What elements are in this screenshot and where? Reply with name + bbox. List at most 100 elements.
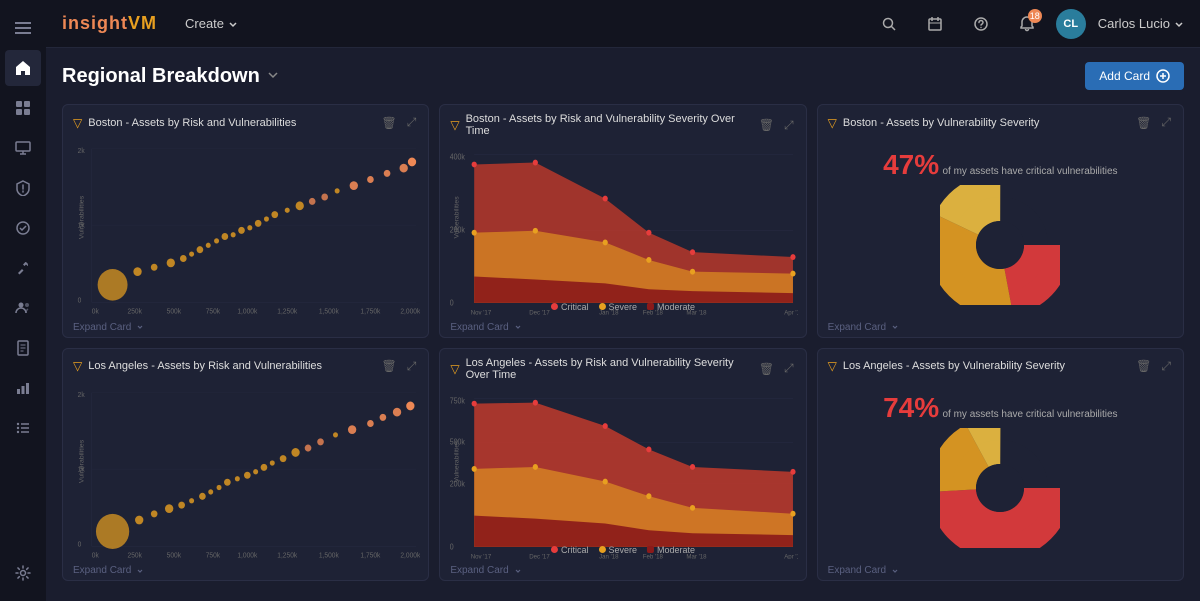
boston-pie-desc: of my assets have critical vulnerabiliti… [942, 166, 1117, 177]
svg-text:2k: 2k [78, 392, 86, 399]
la-scatter-footer[interactable]: Expand Card [63, 561, 428, 580]
la-pie-percentage: 74% [883, 392, 939, 423]
boston-scatter-footer[interactable]: Expand Card [63, 318, 428, 337]
svg-text:Dec '17: Dec '17 [530, 309, 551, 315]
main-content: insightVM Create 18 CL Carlos Lucio [46, 0, 1200, 601]
svg-text:Nov '17: Nov '17 [471, 309, 492, 315]
sidebar-settings-icon[interactable] [5, 555, 41, 591]
sidebar-dashboard-icon[interactable] [5, 90, 41, 126]
navbar: insightVM Create 18 CL Carlos Lucio [46, 0, 1200, 48]
sidebar-users-icon[interactable] [5, 290, 41, 326]
sidebar-vulnerability-icon[interactable] [5, 170, 41, 206]
svg-text:400k: 400k [450, 152, 465, 161]
filter-icon: ▽ [73, 116, 82, 130]
svg-text:0: 0 [450, 298, 454, 307]
notification-count-badge: 18 [1028, 9, 1042, 23]
avatar[interactable]: CL [1056, 9, 1086, 39]
la-line-title: Los Angeles - Assets by Risk and Vulnera… [466, 357, 757, 381]
boston-pie-footer[interactable]: Expand Card [818, 318, 1183, 337]
search-button[interactable] [872, 7, 906, 41]
svg-text:2k: 2k [78, 148, 86, 155]
la-pie-delete-btn[interactable]: 🗑 [1134, 357, 1153, 376]
app-logo: insightVM [62, 13, 157, 34]
boston-line-delete-btn[interactable]: 🗑 [757, 116, 776, 135]
boston-pie-percentage: 47% [883, 149, 939, 180]
boston-line-footer[interactable]: Expand Card [440, 318, 805, 337]
la-scatter-body: 2k 1k 0 0k 250k 500k 750k 1,000k 1,250k … [63, 380, 428, 562]
svg-text:Vulnerabilities: Vulnerabilities [79, 439, 86, 483]
boston-pie-title: Boston - Assets by Vulnerability Severit… [843, 117, 1039, 129]
la-pie-header: ▽ Los Angeles - Assets by Vulnerability … [818, 349, 1183, 380]
help-button[interactable] [964, 7, 998, 41]
user-menu[interactable]: Carlos Lucio [1098, 16, 1184, 31]
svg-text:1,750k: 1,750k [360, 552, 381, 559]
la-line-delete-btn[interactable]: 🗑 [757, 359, 776, 378]
boston-pie-expand-btn[interactable]: ⤢ [1159, 113, 1173, 132]
svg-text:750k: 750k [206, 552, 221, 559]
svg-text:750k: 750k [450, 396, 465, 405]
sidebar-monitor-icon[interactable] [5, 130, 41, 166]
dashboard-grid: ▽ Boston - Assets by Risk and Vulnerabil… [62, 104, 1184, 581]
filter-icon-5: ▽ [450, 362, 459, 376]
svg-text:0k: 0k [92, 552, 100, 559]
la-scatter-expand-btn[interactable]: ⤢ [405, 357, 419, 376]
boston-pie-body: 47% of my assets have critical vulnerabi… [818, 136, 1183, 318]
svg-text:500k: 500k [167, 552, 182, 559]
boston-line-card: ▽ Boston - Assets by Risk and Vulnerabil… [439, 104, 806, 338]
boston-scatter-header: ▽ Boston - Assets by Risk and Vulnerabil… [63, 105, 428, 136]
svg-text:2,000k: 2,000k [400, 309, 420, 316]
la-pie-expand-btn[interactable]: ⤢ [1159, 357, 1173, 376]
svg-text:Vulnerabilities: Vulnerabilities [454, 440, 461, 482]
boston-line-header: ▽ Boston - Assets by Risk and Vulnerabil… [440, 105, 805, 141]
la-line-expand-btn[interactable]: ⤢ [782, 359, 796, 378]
svg-text:1,000k: 1,000k [237, 552, 258, 559]
boston-scatter-title: Boston - Assets by Risk and Vulnerabilit… [88, 117, 296, 129]
svg-text:1,500k: 1,500k [319, 309, 340, 316]
page-title: Regional Breakdown [62, 65, 260, 88]
svg-text:Dec '17: Dec '17 [530, 553, 551, 559]
la-scatter-delete-btn[interactable]: 🗑 [379, 357, 398, 376]
calendar-button[interactable] [918, 7, 952, 41]
svg-text:0: 0 [78, 297, 82, 304]
svg-text:0: 0 [78, 541, 82, 548]
svg-text:1,250k: 1,250k [277, 309, 298, 316]
sidebar-hamburger-icon[interactable] [5, 10, 41, 46]
la-line-legend: Critical Severe Moderate [551, 545, 695, 555]
sidebar-reports-icon[interactable] [5, 330, 41, 366]
sidebar-home-icon[interactable] [5, 50, 41, 86]
svg-text:Apr '18: Apr '18 [785, 309, 798, 315]
boston-line-legend: Critical Severe Moderate [551, 302, 695, 312]
boston-pie-delete-btn[interactable]: 🗑 [1134, 113, 1153, 132]
boston-scatter-card: ▽ Boston - Assets by Risk and Vulnerabil… [62, 104, 429, 338]
la-pie-footer[interactable]: Expand Card [818, 561, 1183, 580]
boston-pie-header: ▽ Boston - Assets by Vulnerability Sever… [818, 105, 1183, 136]
la-scatter-header: ▽ Los Angeles - Assets by Risk and Vulne… [63, 349, 428, 380]
sidebar-tools-icon[interactable] [5, 250, 41, 286]
page-header: Regional Breakdown Add Card [62, 62, 1184, 90]
boston-scatter-delete-btn[interactable]: 🗑 [379, 113, 398, 132]
boston-line-expand-btn[interactable]: ⤢ [782, 116, 796, 135]
la-line-footer[interactable]: Expand Card [440, 561, 805, 580]
create-button[interactable]: Create [177, 12, 246, 35]
la-pie-body: 74% of my assets have critical vulnerabi… [818, 380, 1183, 562]
filter-icon-3: ▽ [828, 116, 837, 130]
boston-pie-card: ▽ Boston - Assets by Vulnerability Sever… [817, 104, 1184, 338]
svg-text:1,750k: 1,750k [360, 309, 381, 316]
sidebar-analytics-icon[interactable] [5, 370, 41, 406]
add-card-button[interactable]: Add Card [1085, 62, 1184, 90]
la-pie-desc: of my assets have critical vulnerabiliti… [942, 409, 1117, 420]
svg-text:250k: 250k [128, 309, 143, 316]
svg-text:0k: 0k [92, 309, 100, 316]
sidebar-list-icon[interactable] [5, 410, 41, 446]
notifications-button[interactable]: 18 [1010, 7, 1044, 41]
filter-icon-6: ▽ [828, 359, 837, 373]
svg-text:1,250k: 1,250k [277, 552, 298, 559]
svg-text:Vulnerabilities: Vulnerabilities [79, 195, 86, 239]
sidebar-check-icon[interactable] [5, 210, 41, 246]
la-line-body: 750k 500k 200k 0 [440, 385, 805, 562]
la-line-header: ▽ Los Angeles - Assets by Risk and Vulne… [440, 349, 805, 385]
boston-line-body: 400k 200k 0 [440, 141, 805, 318]
page-title-chevron-icon[interactable] [266, 68, 280, 85]
boston-scatter-expand-btn[interactable]: ⤢ [405, 113, 419, 132]
svg-text:1,500k: 1,500k [319, 552, 340, 559]
